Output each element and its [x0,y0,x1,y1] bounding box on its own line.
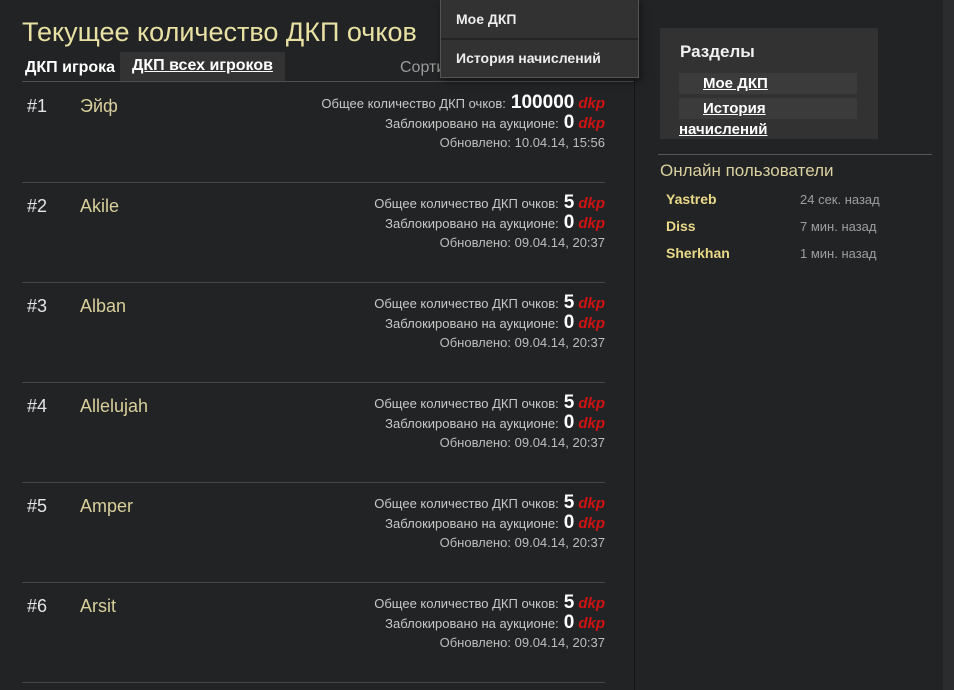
player-name: Alban [80,296,127,316]
total-dkp-label: Общее количество ДКП очков: [374,496,559,511]
dkp-unit: dkp [578,415,605,432]
player-row: #4 Allelujah Общее количество ДКП очков:… [22,390,605,483]
scrollbar[interactable] [943,0,954,690]
online-user-time: 7 мин. назад [800,219,877,234]
blocked-label: Заблокировано на аукционе: [385,316,559,331]
updated-text: Обновлено: 09.04.14, 20:37 [439,235,605,250]
total-dkp-value: 100000 [510,92,575,113]
player-stats: Общее количество ДКП очков: 5 dkp Заблокир… [374,192,605,251]
player-row: #5 Amper Общее количество ДКП очков: 5 dkp… [22,490,605,583]
column-divider [634,0,635,690]
player-stats: Общее количество ДКП очков: 5 dkp Заблокир… [374,392,605,451]
updated-text: Обновлено: 09.04.14, 20:37 [439,535,605,550]
sort-label: Сорти [400,59,446,76]
player-stats: Общее количество ДКП очков: 5 dkp Заблокир… [374,592,605,651]
blocked-label: Заблокировано на аукционе: [385,616,559,631]
total-dkp-label: Общее количество ДКП очков: [374,396,559,411]
player-row: #2 Akile Общее количество ДКП очков: 5 dkp… [22,190,605,283]
menu-item-history[interactable]: История начислений [441,38,638,77]
total-dkp-label: Общее количество ДКП очков: [321,96,506,111]
sections-title: Разделы [680,42,755,61]
dkp-unit: dkp [578,195,605,212]
online-user-name: Sherkhan [666,245,730,261]
updated-text: Обновлено: 09.04.14, 20:37 [439,635,605,650]
blocked-value: 0 [563,212,575,233]
sidebar-divider [658,154,932,155]
player-rank: #1 [27,96,48,116]
blocked-label: Заблокировано на аукционе: [385,116,559,131]
player-list: #1 Эйф Общее количество ДКП очков: 100000… [22,90,605,690]
dkp-unit: dkp [578,295,605,312]
online-user-row: Yastreb 24 сек. назад [660,191,900,218]
player-rank: #2 [27,196,48,216]
sidebar-link-label: История начислений [679,100,768,138]
player-name: Amper [80,496,134,516]
dkp-unit: dkp [578,615,605,632]
total-dkp-value: 5 [563,192,575,213]
total-dkp-value: 5 [563,292,575,313]
online-users-title: Онлайн пользователи [660,161,834,180]
dkp-unit: dkp [578,215,605,232]
dkp-unit: dkp [578,515,605,532]
total-dkp-value: 5 [563,492,575,513]
dkp-page: Текущее количество ДКП очков ДКП игрока … [0,0,954,690]
player-name: Akile [80,196,120,216]
blocked-value: 0 [563,412,575,433]
player-name: Allelujah [80,396,149,416]
online-user-time: 24 сек. назад [800,192,880,207]
dkp-unit: dkp [578,315,605,332]
menu-item-my-dkp[interactable]: Мое ДКП [441,0,638,38]
total-dkp-value: 5 [563,592,575,613]
updated-text: Обновлено: 10.04.14, 15:56 [439,135,605,150]
sidebar-link-my-dkp[interactable]: Мое ДКП [679,73,857,94]
player-stats: Общее количество ДКП очков: 5 dkp Заблокир… [374,292,605,351]
dkp-unit: dkp [578,595,605,612]
dkp-unit: dkp [578,495,605,512]
total-dkp-value: 5 [563,392,575,413]
tabs-divider [22,81,634,82]
nav-dropdown-menu: Мое ДКП История начислений [440,0,639,78]
player-stats: Общее количество ДКП очков: 100000 dkp Заб… [321,92,605,151]
player-row: #3 Alban Общее количество ДКП очков: 5 dkp… [22,290,605,383]
sections-panel: Разделы Мое ДКП История начислений [660,28,878,139]
online-user-name: Diss [666,218,696,234]
tab-dkp-all-players[interactable]: ДКП всех игроков [120,52,285,81]
total-dkp-label: Общее количество ДКП очков: [374,196,559,211]
online-user-name: Yastreb [666,191,717,207]
player-name: Arsit [80,596,116,616]
online-user-row: Sherkhan 1 мин. назад [660,245,900,272]
blocked-value: 0 [563,312,575,333]
blocked-value: 0 [563,512,575,533]
player-row: #1 Эйф Общее количество ДКП очков: 100000… [22,90,605,183]
dkp-unit: dkp [578,395,605,412]
online-user-row: Diss 7 мин. назад [660,218,900,245]
sidebar-link-history[interactable]: История начислений [679,98,857,138]
blocked-label: Заблокировано на аукционе: [385,216,559,231]
online-users-list: Yastreb 24 сек. назад Diss 7 мин. назад … [660,191,900,272]
total-dkp-label: Общее количество ДКП очков: [374,596,559,611]
dkp-unit: dkp [578,115,605,132]
player-stats: Общее количество ДКП очков: 5 dkp Заблокир… [374,492,605,551]
blocked-label: Заблокировано на аукционе: [385,516,559,531]
updated-text: Обновлено: 09.04.14, 20:37 [439,335,605,350]
blocked-label: Заблокировано на аукционе: [385,416,559,431]
blocked-value: 0 [563,612,575,633]
online-user-time: 1 мин. назад [800,246,877,261]
page-title: Текущее количество ДКП очков [22,17,417,47]
blocked-value: 0 [563,112,575,133]
player-rank: #3 [27,296,48,316]
player-row: #6 Arsit Общее количество ДКП очков: 5 dkp… [22,590,605,683]
player-rank: #6 [27,596,48,616]
total-dkp-label: Общее количество ДКП очков: [374,296,559,311]
player-rank: #4 [27,396,48,416]
updated-text: Обновлено: 09.04.14, 20:37 [439,435,605,450]
player-rank: #5 [27,496,48,516]
sidebar-link-label: Мое ДКП [703,75,768,92]
dkp-unit: dkp [578,95,605,112]
player-name: Эйф [80,96,118,116]
tab-dkp-player[interactable]: ДКП игрока [25,59,115,77]
